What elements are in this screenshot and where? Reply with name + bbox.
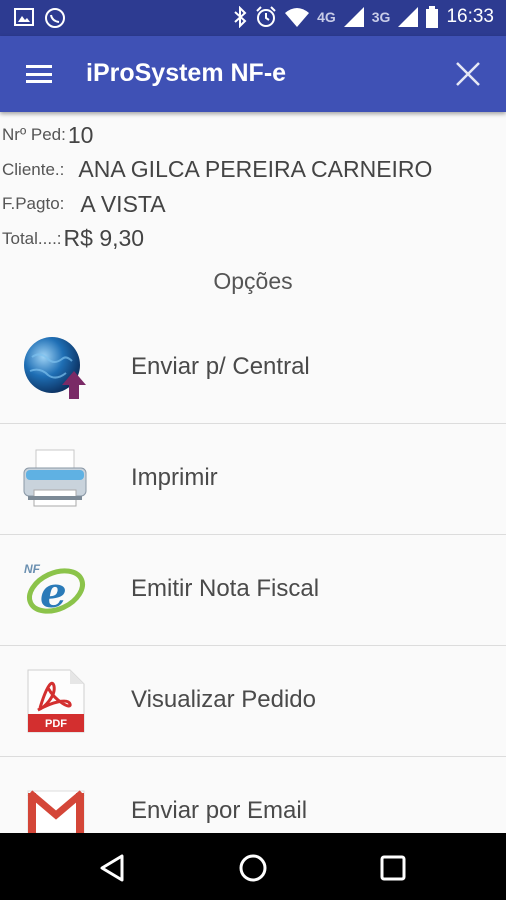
app-bar: iProSystem NF-e [0, 36, 506, 112]
gmail-icon [27, 790, 85, 833]
menu-icon[interactable] [26, 65, 52, 83]
svg-text:NF: NF [24, 562, 41, 576]
option-view-order[interactable]: PDF Visualizar Pedido [0, 646, 506, 757]
options-list: Enviar p/ Central Imprimir e NF Emitir N… [0, 313, 506, 833]
payment-row: F.Pagto: A VISTA [0, 187, 506, 222]
network-3g-label: 3G [371, 9, 391, 25]
order-number-row: Nrº Ped: 10 [0, 118, 506, 153]
option-send-email[interactable]: Enviar por Email [0, 757, 506, 833]
pdf-icon-text: PDF [45, 718, 67, 730]
client-label: Cliente.: [2, 159, 65, 179]
option-issue-invoice[interactable]: e NF Emitir Nota Fiscal [0, 535, 506, 646]
option-label: Visualizar Pedido [131, 686, 317, 713]
back-icon[interactable] [96, 851, 130, 885]
option-label: Emitir Nota Fiscal [131, 575, 320, 602]
printer-icon [23, 449, 87, 507]
payment-label: F.Pagto: [2, 194, 65, 214]
client-value: ANA GILCA PEREIRA CARNEIRO [78, 156, 433, 183]
pdf-icon: PDF [27, 669, 85, 733]
whatsapp-icon [45, 8, 65, 28]
order-number-value: 10 [67, 121, 94, 148]
total-value: R$ 9,30 [63, 225, 145, 252]
option-label: Enviar p/ Central [131, 353, 310, 380]
svg-text:e: e [40, 568, 67, 617]
option-print[interactable]: Imprimir [0, 424, 506, 535]
total-label: Total....: [2, 228, 62, 248]
order-number-label: Nrº Ped: [2, 125, 66, 145]
options-title: Opções [213, 268, 293, 294]
payment-value: A VISTA [80, 190, 166, 217]
nfe-icon: e NF [24, 562, 85, 617]
navigation-bar [0, 833, 506, 900]
status-bar: 4G 3G 16:33 [0, 0, 506, 36]
network-4g-label: 4G [317, 9, 336, 25]
close-icon[interactable] [454, 60, 482, 88]
app-title: iProSystem NF-e [86, 59, 287, 87]
globe-upload-icon [24, 337, 86, 399]
battery-icon [426, 6, 439, 28]
option-label: Imprimir [131, 464, 218, 491]
bluetooth-icon [234, 6, 247, 28]
wifi-icon [285, 8, 310, 27]
clock: 16:33 [446, 6, 494, 27]
option-label: Enviar por Email [131, 797, 308, 824]
alarm-icon [256, 6, 276, 27]
total-row: Total....: R$ 9,30 [0, 222, 506, 257]
order-info: Nrº Ped: 10 Cliente.: ANA GILCA PEREIRA … [0, 118, 506, 256]
image-icon [14, 8, 34, 26]
recents-icon[interactable] [376, 851, 410, 885]
option-send-central[interactable]: Enviar p/ Central [0, 313, 506, 424]
signal-icon [343, 7, 364, 27]
client-row: Cliente.: ANA GILCA PEREIRA CARNEIRO [0, 153, 506, 188]
signal-icon [398, 7, 419, 27]
home-icon[interactable] [236, 851, 270, 885]
